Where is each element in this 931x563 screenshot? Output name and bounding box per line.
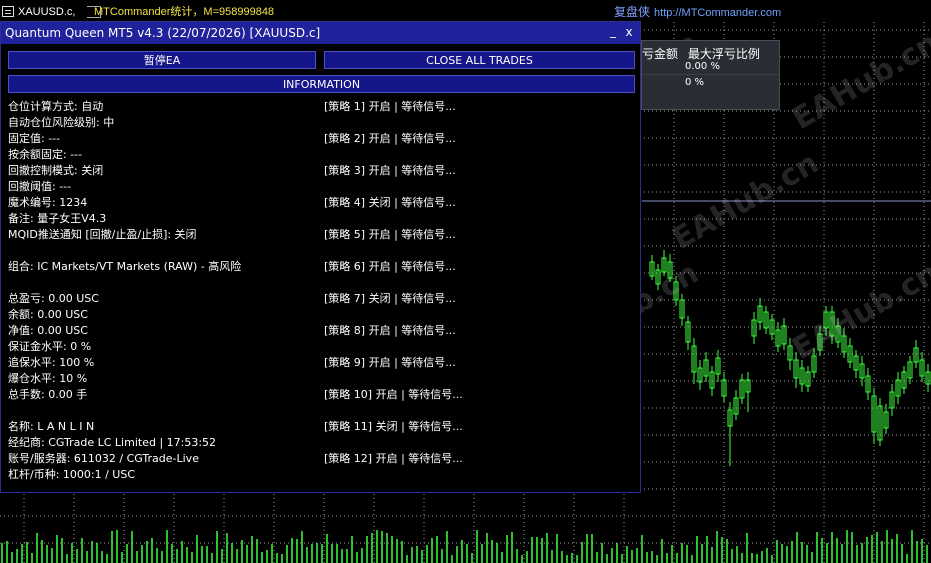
candle-body [769, 319, 775, 335]
info-line: 保证金水平: 0 % [8, 340, 92, 353]
candle-body [751, 319, 757, 337]
strategy-status-3: [策略 3] 开启 | 等待信号... [324, 164, 456, 177]
candle-body [907, 361, 913, 379]
candle-body [691, 345, 697, 373]
candle-body [709, 371, 715, 389]
strategy-status-1: [策略 1] 开启 | 等待信号... [324, 100, 456, 113]
info-line: 仓位计算方式: 自动 [8, 100, 104, 113]
candle-body [847, 345, 853, 363]
info-line: 杠杆/币种: 1000:1 / USC [8, 468, 136, 481]
info-line: 净值: 0.00 USC [8, 324, 88, 337]
chart-tab[interactable]: XAUUSD.c, [0, 0, 106, 20]
info-line: 魔术编号: 1234 [8, 196, 88, 209]
chart-window-icon [2, 6, 14, 17]
stats-col2-header: 最大浮亏比例 [687, 47, 760, 61]
candle-body [913, 347, 919, 363]
mtcommander-link-cn: 复盘侠 [614, 5, 651, 19]
strategy-status-2: [策略 2] 开启 | 等待信号... [324, 132, 456, 145]
candle-body [757, 305, 763, 323]
info-line: 总手数: 0.00 手 [8, 388, 88, 401]
strategy-status-8: [策略 8] 开启 | 等待信号... [324, 324, 456, 337]
strategy-status-11: [策略 11] 关闭 | 等待信号... [324, 420, 463, 433]
watermark-text: EAHub.cn [787, 256, 931, 367]
close-all-trades-button[interactable]: CLOSE ALL TRADES [324, 51, 635, 69]
strategy-status-12: [策略 12] 开启 | 等待信号... [324, 452, 463, 465]
ea-window-title: Quantum Queen MT5 v4.3 (22/07/2026) [XAU… [5, 26, 321, 40]
information-button[interactable]: INFORMATION [8, 75, 635, 93]
info-line: 名称: L A N L I N [8, 420, 95, 433]
strategy-status-9: [策略 9] 开启 | 等待信号... [324, 356, 456, 369]
stats-col1-header: 亏金额 [642, 47, 679, 61]
watermark-text: EAHub.cn [787, 26, 931, 137]
candle-body [865, 375, 871, 393]
info-line: 回撤阈值: --- [8, 180, 72, 193]
candle-body [919, 359, 925, 377]
second-row-value: 0 % [685, 77, 705, 88]
info-line: 账号/服务器: 611032 / CGTrade-Live [8, 452, 199, 465]
info-line: 组合: IC Markets/VT Markets (RAW) - 高风险 [8, 260, 242, 273]
candle-body [715, 357, 721, 375]
candle-body [703, 359, 709, 377]
candle-body [805, 371, 811, 387]
max-floating-loss-ratio: 0.00 % [685, 61, 720, 72]
candle-body [781, 325, 787, 345]
candle-body [793, 359, 799, 379]
top-bar: XAUUSD.c, MTCommander统计，M=958999848 复盘侠 h… [0, 0, 931, 20]
strategy-status-4: [策略 4] 关闭 | 等待信号... [324, 196, 456, 209]
info-line: 经纪商: CGTrade LC Limited | 17:53:52 [8, 436, 217, 449]
candle-body [895, 379, 901, 397]
info-line: 固定值: --- [8, 132, 61, 145]
info-line: MQID推送通知 [回撤/止盈/止损]: 关闭 [8, 228, 197, 241]
candle-body [787, 345, 793, 361]
mtcommander-url[interactable]: http://MTCommander.com [654, 7, 781, 19]
candle-body [901, 371, 907, 389]
strategy-status-7: [策略 7] 关闭 | 等待信号... [324, 292, 456, 305]
candle-body [871, 395, 877, 433]
info-line: 追保水平: 100 % [8, 356, 95, 369]
mtcommander-stats-title: MTCommander统计，M=958999848 [94, 6, 275, 18]
stats-panel: 亏金额 最大浮亏比例 0.00 % 0 % [641, 40, 780, 110]
candle-body [877, 405, 883, 441]
strategy-status-10: [策略 10] 开启 | 等待信号... [324, 388, 463, 401]
candle-body [721, 379, 727, 397]
stats-divider [642, 74, 779, 75]
info-line: 总盈亏: 0.00 USC [8, 292, 99, 305]
candle-body [727, 409, 733, 427]
candle-body [775, 329, 781, 347]
info-line: 自动仓位风险级别: 中 [8, 116, 115, 129]
close-button[interactable]: x [623, 25, 635, 39]
mtcommander-link[interactable]: 复盘侠 http://MTCommander.com [614, 3, 781, 20]
candle-body [739, 379, 745, 399]
ea-title-bar[interactable]: Quantum Queen MT5 v4.3 (22/07/2026) [XAU… [1, 22, 640, 44]
info-line: 备注: 量子女王V4.3 [8, 212, 107, 225]
candle-body [679, 299, 685, 319]
candle-body [733, 397, 739, 415]
candle-body [853, 355, 859, 371]
chart-tab-label: XAUUSD.c, [18, 5, 76, 18]
candle-body [859, 363, 865, 379]
info-line: 余额: 0.00 USC [8, 308, 88, 321]
pause-ea-button[interactable]: 暂停EA [8, 51, 316, 69]
minimize-button[interactable]: _ [607, 24, 619, 38]
info-line: 按余额固定: --- [8, 148, 83, 161]
info-line: 爆仓水平: 10 % [8, 372, 88, 385]
stats-header: 亏金额 最大浮亏比例 [642, 45, 766, 62]
candle-body [799, 367, 805, 385]
candle-body [697, 367, 703, 383]
candle-body [685, 321, 691, 343]
candle-body [889, 391, 895, 409]
info-line: 回撤控制模式: 关闭 [8, 164, 104, 177]
ea-panel-window: Quantum Queen MT5 v4.3 (22/07/2026) [XAU… [0, 21, 641, 493]
candle-body [925, 371, 931, 385]
candle-body [883, 411, 889, 429]
candle-body [763, 311, 769, 329]
candle-body [745, 379, 751, 393]
strategy-status-6: [策略 6] 开启 | 等待信号... [324, 260, 456, 273]
strategy-status-5: [策略 5] 开启 | 等待信号... [324, 228, 456, 241]
